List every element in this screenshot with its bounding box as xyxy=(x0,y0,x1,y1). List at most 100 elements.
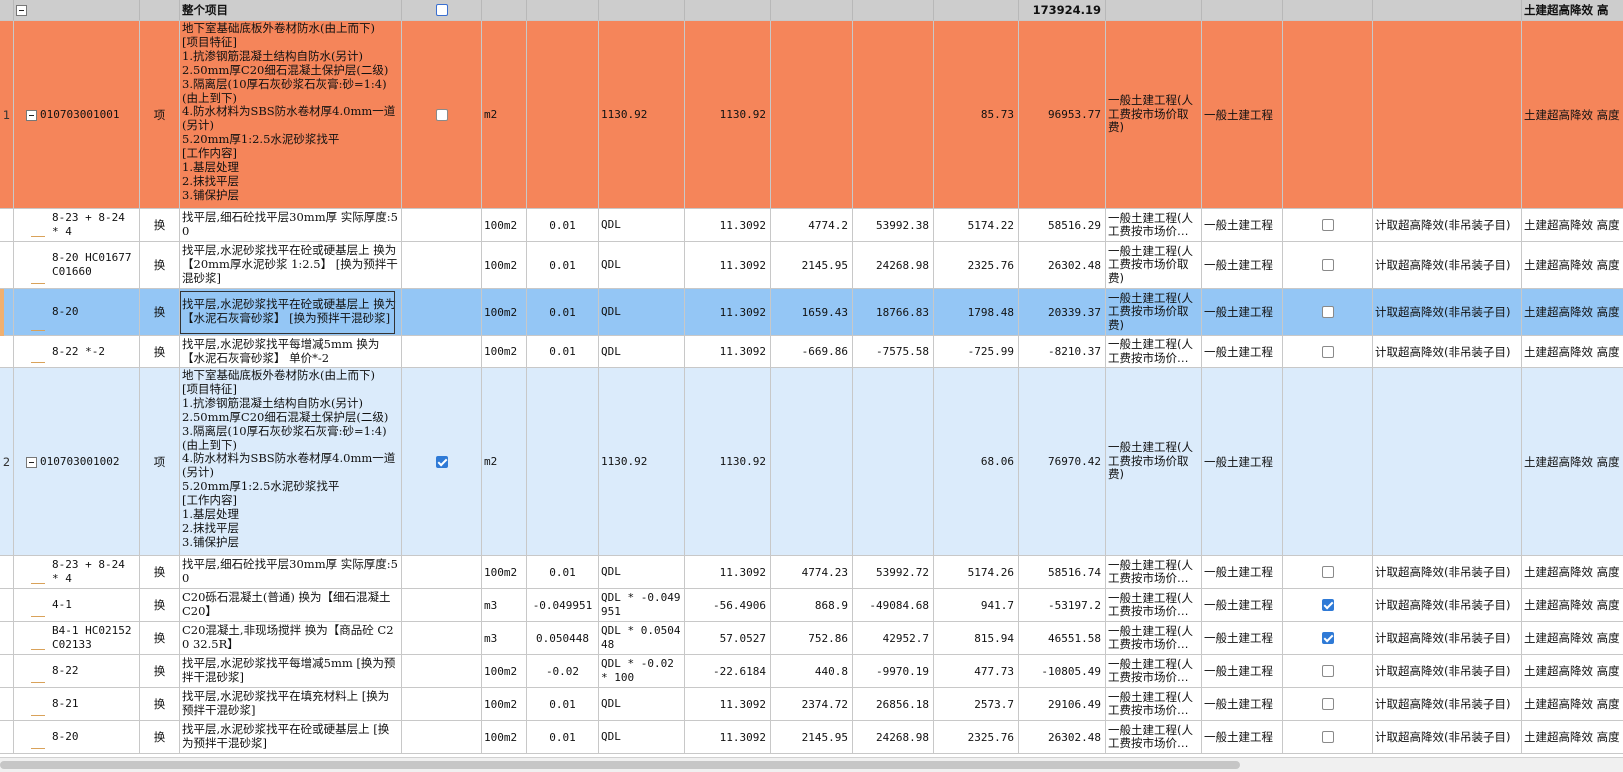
cell-price[interactable]: -669.86 xyxy=(771,336,853,368)
cell-total-a[interactable]: -7575.58 xyxy=(853,336,934,368)
cell-price-b[interactable]: -725.99 xyxy=(934,336,1019,368)
cell-type[interactable]: 换 xyxy=(140,721,180,754)
collapse-all-toggle-icon[interactable] xyxy=(16,4,27,16)
cell-desc[interactable]: 找平层,水泥砂浆找平在砼或硬基层上 [换为预拌干混砂浆] xyxy=(180,721,402,754)
cell-rule[interactable]: 计取超高降效(非吊装子目) xyxy=(1373,688,1522,721)
cell-note[interactable]: 土建超高降效 高度 xyxy=(1522,242,1623,289)
cell-major[interactable]: 一般土建工程 xyxy=(1202,336,1283,368)
cell-price[interactable]: 4774.2 xyxy=(771,209,853,242)
cell-note[interactable]: 土建超高降效 高度 xyxy=(1522,655,1623,688)
cell-type[interactable]: 换 xyxy=(140,209,180,242)
cell-code[interactable]: 8-22 *-2 xyxy=(14,336,140,368)
cell-desc[interactable]: 地下室基础底板外卷材防水(由上而下) [项目特征] 1.抗渗钢筋混凝土结构自防水… xyxy=(180,368,402,556)
cell-flag[interactable] xyxy=(1283,209,1373,242)
main-material-checkbox[interactable] xyxy=(1321,731,1334,743)
cell-desc[interactable]: 找平层,水泥砂浆找平在填充材料上 [换为预拌干混砂浆] xyxy=(180,688,402,721)
cell-major[interactable]: 一般土建工程 xyxy=(1202,556,1283,589)
cell-note[interactable]: 土建超高降效 高度 xyxy=(1522,368,1623,556)
cell-desc[interactable]: 找平层,细石砼找平层30mm厚 实际厚度:50 xyxy=(180,556,402,589)
cell-rule[interactable]: 计取超高降效(非吊装子目) xyxy=(1373,336,1522,368)
quota-row[interactable]: 8-22 *-2 换找平层,水泥砂浆找平每增减5mm 换为【水泥石灰膏砂浆】 单价… xyxy=(0,336,1623,368)
cell-expr[interactable]: QDL xyxy=(599,556,685,589)
cell-content[interactable] xyxy=(527,368,599,556)
cell-desc[interactable]: 找平层,水泥砂浆找平在砼或硬基层上 换为【20mm厚水泥砂浆 1:2.5】 [换… xyxy=(180,242,402,289)
cell-major[interactable]: 一般土建工程 xyxy=(1202,589,1283,622)
cell-unit[interactable]: m3 xyxy=(482,622,527,655)
cell-total-b[interactable]: 96953.77 xyxy=(1019,21,1106,209)
cell-rule[interactable]: 计取超高降效(非吊装子目) xyxy=(1373,242,1522,289)
cell-code[interactable]: 010703001002 xyxy=(14,368,140,556)
cell-total-b[interactable]: 46551.58 xyxy=(1019,622,1106,655)
cell-type[interactable]: 项 xyxy=(140,368,180,556)
cell-price[interactable]: 2374.72 xyxy=(771,688,853,721)
cell-num[interactable]: 2 xyxy=(0,368,14,556)
quota-row[interactable]: 8-21 换找平层,水泥砂浆找平在填充材料上 [换为预拌干混砂浆] 100m2 0.0… xyxy=(0,688,1623,721)
cell-price[interactable]: 4774.23 xyxy=(771,556,853,589)
cell-rule[interactable]: 计取超高降效(非吊装子目) xyxy=(1373,622,1522,655)
cell-category[interactable]: 一般土建工程(人工费按市场价取费) xyxy=(1106,21,1202,209)
cell-unit[interactable]: 100m2 xyxy=(482,556,527,589)
cell-expr[interactable]: QDL xyxy=(599,242,685,289)
cell-flag[interactable] xyxy=(1283,556,1373,589)
cell-price-b[interactable]: 2325.76 xyxy=(934,721,1019,754)
collapse-toggle-icon[interactable] xyxy=(26,457,37,468)
cell-price[interactable]: 1659.43 xyxy=(771,289,853,336)
cell-code[interactable]: 8-20 xyxy=(14,721,140,754)
cell-price[interactable]: 440.8 xyxy=(771,655,853,688)
cell-price-b[interactable]: 477.73 xyxy=(934,655,1019,688)
cell-code[interactable]: 8-20 HC01677 C01660 xyxy=(14,242,140,289)
cell-category[interactable]: 一般土建工程(人工费按市场价… xyxy=(1106,556,1202,589)
header-select-checkbox[interactable] xyxy=(436,4,448,16)
row-select-checkbox[interactable] xyxy=(435,455,448,468)
cell-code[interactable]: B4-1 HC02152 C02133 xyxy=(14,622,140,655)
cell-type[interactable]: 换 xyxy=(140,556,180,589)
cell-check[interactable] xyxy=(402,209,482,242)
cell-major[interactable]: 一般土建工程 xyxy=(1202,21,1283,209)
cell-unit[interactable]: 100m2 xyxy=(482,289,527,336)
cell-qty[interactable]: 11.3092 xyxy=(685,336,771,368)
cell-check[interactable] xyxy=(402,21,482,209)
horizontal-scrollbar[interactable] xyxy=(0,757,1623,772)
cell-check[interactable] xyxy=(402,336,482,368)
cell-flag[interactable] xyxy=(1283,721,1373,754)
cell-total-a[interactable]: 42952.7 xyxy=(853,622,934,655)
cell-unit[interactable]: 100m2 xyxy=(482,688,527,721)
cell-total-a[interactable]: 24268.98 xyxy=(853,721,934,754)
cell-total-b[interactable]: 58516.74 xyxy=(1019,556,1106,589)
cell-content[interactable]: -0.02 xyxy=(527,655,599,688)
cell-unit[interactable]: 100m2 xyxy=(482,242,527,289)
cell-desc[interactable]: 找平层,水泥砂浆找平每增减5mm [换为预拌干混砂浆] xyxy=(180,655,402,688)
cell-unit[interactable]: 100m2 xyxy=(482,655,527,688)
cell-num[interactable] xyxy=(0,209,14,242)
cell-qty[interactable]: 11.3092 xyxy=(685,242,771,289)
cell-desc[interactable]: C20砾石混凝土(普通) 换为【细石混凝土 C20】 xyxy=(180,589,402,622)
cell-category[interactable]: 一般土建工程(人工费按市场价取费) xyxy=(1106,289,1202,336)
cell-code[interactable]: 8-23 + 8-24 * 4 xyxy=(14,209,140,242)
cell-code[interactable]: 8-23 + 8-24 * 4 xyxy=(14,556,140,589)
cell-qty[interactable]: 1130.92 xyxy=(685,368,771,556)
cell-total-b[interactable]: 26302.48 xyxy=(1019,242,1106,289)
cell-flag[interactable] xyxy=(1283,622,1373,655)
cell-rule[interactable]: 计取超高降效(非吊装子目) xyxy=(1373,289,1522,336)
cell-num[interactable] xyxy=(0,336,14,368)
cell-code[interactable]: 8-22 xyxy=(14,655,140,688)
cell-total-b[interactable]: 58516.29 xyxy=(1019,209,1106,242)
cell-num[interactable] xyxy=(0,688,14,721)
cell-content[interactable]: 0.01 xyxy=(527,688,599,721)
cell-desc[interactable]: 找平层,细石砼找平层30mm厚 实际厚度:50 xyxy=(180,209,402,242)
cell-check[interactable] xyxy=(402,368,482,556)
cell-price-b[interactable]: 5174.26 xyxy=(934,556,1019,589)
cell-content[interactable]: 0.01 xyxy=(527,556,599,589)
cell-qty[interactable]: 11.3092 xyxy=(685,688,771,721)
cell-check[interactable] xyxy=(402,688,482,721)
quota-row[interactable]: B4-1 HC02152 C02133 换 C20混凝土,非现场搅拌 换为【商品砼 … xyxy=(0,622,1623,655)
cell-type[interactable]: 换 xyxy=(140,655,180,688)
cell-major[interactable]: 一般土建工程 xyxy=(1202,688,1283,721)
cell-price-b[interactable]: 2325.76 xyxy=(934,242,1019,289)
cell-total-a[interactable]: -49084.68 xyxy=(853,589,934,622)
quota-row[interactable]: 8-20 换找平层,水泥砂浆找平在砼或硬基层上 换为【水泥石灰膏砂浆】 [换为预拌… xyxy=(0,289,1623,336)
cell-type[interactable]: 换 xyxy=(140,289,180,336)
cell-unit[interactable]: m2 xyxy=(482,368,527,556)
cell-check[interactable] xyxy=(402,622,482,655)
cell-content[interactable]: 0.01 xyxy=(527,721,599,754)
